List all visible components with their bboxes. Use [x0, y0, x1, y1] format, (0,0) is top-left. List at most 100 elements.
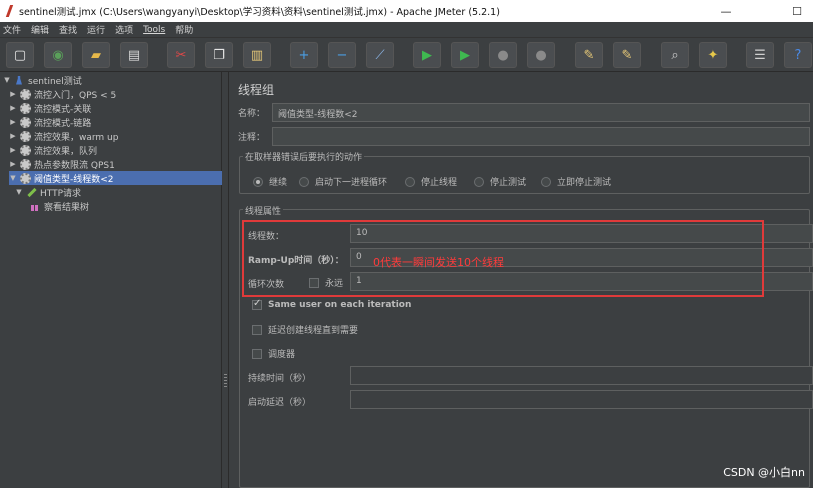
toggle-icon: ⟋: [375, 47, 385, 63]
checkbox-label: 延迟创建线程直到需要: [268, 326, 359, 336]
tree-item-selected[interactable]: ▼ 阈值类型-线程数<2: [9, 171, 222, 185]
menu-run[interactable]: 运行: [87, 23, 105, 36]
name-label: 名称：: [238, 109, 266, 119]
tree-item[interactable]: ▶ 流控效果，队列: [9, 143, 97, 157]
split-pane-divider[interactable]: [222, 72, 229, 488]
divider-grip[interactable]: [224, 374, 227, 388]
function-helper-button[interactable]: ☰: [746, 42, 774, 68]
checkbox-label: Same user on each iteration: [268, 300, 412, 310]
expand-toggle-icon[interactable]: ▶: [9, 132, 17, 140]
reset-search-button[interactable]: ✦: [699, 42, 727, 68]
duration-field[interactable]: [350, 366, 813, 385]
same-user-checkbox[interactable]: Same user on each iteration: [252, 298, 412, 310]
menu-tools[interactable]: Tools: [143, 25, 165, 35]
menu-search[interactable]: 查找: [59, 23, 77, 36]
shutdown-button[interactable]: ●: [527, 42, 555, 68]
delay-thread-creation-checkbox[interactable]: 延迟创建线程直到需要: [252, 323, 358, 336]
tree-item-label: 流控入门，QPS < 5: [34, 90, 117, 101]
radio-label: 停止测试: [490, 178, 527, 188]
open-button[interactable]: ▰: [82, 42, 110, 68]
comment-field[interactable]: [272, 127, 810, 146]
expand-toggle-icon[interactable]: ▶: [9, 90, 17, 98]
reset-search-icon: ✦: [707, 47, 719, 63]
collapse-toggle-icon[interactable]: ▼: [15, 188, 23, 196]
scheduler-checkbox[interactable]: 调度器: [252, 347, 295, 360]
minimize-button[interactable]: —: [709, 0, 743, 22]
radio-dot[interactable]: [541, 176, 551, 187]
clear-all-icon: ✎: [621, 47, 633, 63]
expand-toggle-icon[interactable]: ▶: [9, 146, 17, 154]
radio-label: 启动下一进程循环: [315, 178, 388, 188]
startup-delay-field[interactable]: [350, 390, 813, 409]
start-button[interactable]: ▶: [413, 42, 441, 68]
startup-delay-label: 启动延迟（秒）: [248, 398, 312, 408]
collapse-toggle-icon[interactable]: ▼: [3, 76, 11, 84]
new-button[interactable]: ▢: [6, 42, 34, 68]
thread-group-gear-icon: [20, 130, 31, 142]
tree-item-view-results[interactable]: 察看结果树: [30, 199, 89, 213]
radio-dot[interactable]: [405, 176, 415, 187]
checkbox-box[interactable]: [252, 348, 262, 359]
tree-root[interactable]: ▼ sentinel测试: [3, 73, 81, 87]
window-title-bar: sentinel测试.jmx (C:\Users\wangyanyi\Deskt…: [0, 0, 813, 22]
clear-all-button[interactable]: ✎: [613, 42, 641, 68]
tree-item-label: 阈值类型-线程数<2: [34, 174, 114, 185]
tree-item-label: 流控模式-链路: [34, 118, 92, 129]
radio-dot[interactable]: [253, 176, 263, 187]
stop-button[interactable]: ●: [489, 42, 517, 68]
collapse-toggle-icon[interactable]: ▼: [9, 174, 17, 182]
menu-options[interactable]: 选项: [115, 23, 133, 36]
radio-dot[interactable]: [299, 176, 309, 187]
thread-group-gear-icon: [20, 102, 31, 114]
maximize-button[interactable]: ☐: [780, 0, 813, 22]
clear-button[interactable]: ✎: [575, 42, 603, 68]
toggle-button[interactable]: ⟋: [366, 42, 394, 68]
expand-toggle-icon[interactable]: ▶: [9, 118, 17, 126]
start-no-pause-button[interactable]: ▶: [451, 42, 479, 68]
tree-item[interactable]: ▶ 流控入门，QPS < 5: [9, 87, 116, 101]
tree-item-label: 热点参数限流 QPS1: [34, 160, 115, 171]
cut-button[interactable]: ✂: [167, 42, 195, 68]
radio-stop-thread[interactable]: 停止线程: [405, 175, 457, 188]
tree-item-http-request[interactable]: ▼ HTTP请求: [15, 185, 81, 199]
comment-label: 注释：: [238, 133, 266, 143]
copy-button[interactable]: ❐: [205, 42, 233, 68]
collapse-button[interactable]: −: [328, 42, 356, 68]
checkbox-label: 调度器: [268, 350, 296, 360]
radio-stop-test[interactable]: 停止测试: [474, 175, 526, 188]
radio-stop-test-now[interactable]: 立即停止测试: [541, 175, 611, 188]
thread-group-gear-icon: [20, 172, 31, 184]
thread-group-gear-icon: [20, 144, 31, 156]
save-button[interactable]: ▤: [120, 42, 148, 68]
tree-item[interactable]: ▶ 流控效果，warm up: [9, 129, 118, 143]
radio-start-next-loop[interactable]: 启动下一进程循环: [299, 175, 387, 188]
tree-item[interactable]: ▶ 流控模式-链路: [9, 115, 91, 129]
expand-toggle-icon[interactable]: ▶: [9, 160, 17, 168]
thread-properties-group-label: 线程属性: [243, 204, 284, 217]
checkbox-box[interactable]: [252, 298, 262, 310]
test-plan-icon: [14, 75, 25, 86]
checkbox-box[interactable]: [252, 324, 262, 335]
help-button[interactable]: ?: [784, 42, 812, 68]
expand-button[interactable]: +: [290, 42, 318, 68]
sampler-pen-icon: [26, 187, 37, 198]
start-no-pause-icon: ▶: [460, 47, 470, 63]
test-plan-tree[interactable]: ▼ sentinel测试 ▶ 流控入门，QPS < 5 ▶ 流控模式-关联 ▶ …: [0, 72, 222, 488]
paste-button[interactable]: ▥: [243, 42, 271, 68]
tree-item[interactable]: ▶ 热点参数限流 QPS1: [9, 157, 115, 171]
menu-edit[interactable]: 编辑: [31, 23, 49, 36]
radio-dot[interactable]: [474, 176, 484, 187]
name-field[interactable]: 阈值类型-线程数<2: [272, 103, 810, 122]
templates-icon: ◉: [52, 47, 64, 63]
tree-item[interactable]: ▶ 流控模式-关联: [9, 101, 91, 115]
function-helper-icon: ☰: [754, 47, 766, 63]
thread-group-gear-icon: [20, 88, 31, 100]
expand-toggle-icon[interactable]: ▶: [9, 104, 17, 112]
annotation-text: 0代表一瞬间发送10个线程: [373, 256, 504, 269]
search-button[interactable]: ⌕: [661, 42, 689, 68]
radio-continue[interactable]: 继续: [253, 175, 287, 188]
menu-help[interactable]: 帮助: [175, 23, 193, 36]
menu-file[interactable]: 文件: [3, 23, 21, 36]
copy-icon: ❐: [213, 47, 225, 63]
templates-button[interactable]: ◉: [44, 42, 72, 68]
